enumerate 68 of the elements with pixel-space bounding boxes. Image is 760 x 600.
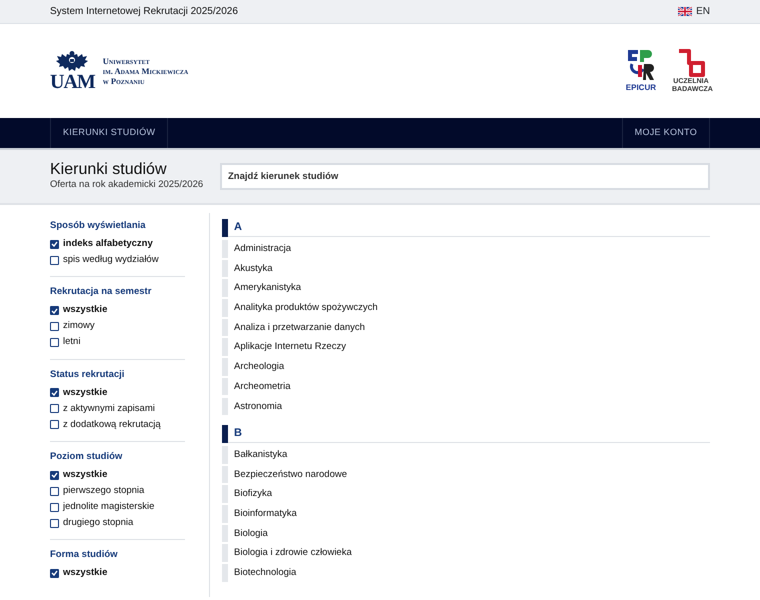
university-name-line: w Poznaniu <box>102 76 146 86</box>
filter-option-label[interactable]: wszystkie <box>63 386 108 400</box>
filter-option-label[interactable]: letni <box>63 335 80 350</box>
checkbox[interactable] <box>50 322 59 331</box>
filter-option-label[interactable]: drugiego stopnia <box>63 516 134 530</box>
checkbox[interactable] <box>50 502 59 512</box>
monogram: UAM <box>50 72 95 92</box>
check-icon <box>51 241 58 248</box>
program-link[interactable]: Archeometria <box>222 378 710 396</box>
filter-heading: Sposób wyświetlania <box>50 219 147 233</box>
filter-option-label[interactable]: wszystkie <box>63 303 108 318</box>
program-link[interactable]: Akustyka <box>222 260 710 278</box>
letter-heading: A <box>234 220 242 236</box>
checkbox[interactable] <box>50 420 59 430</box>
program-link[interactable]: Biologia <box>222 524 710 542</box>
flag-icon <box>678 7 692 16</box>
checkbox[interactable] <box>50 256 59 265</box>
program-link[interactable]: Bioinformatyka <box>222 505 710 523</box>
epicur-logo-text: EPICUR <box>626 82 656 94</box>
letter-heading: B <box>234 426 242 442</box>
filter-heading: Forma studiów <box>50 548 119 562</box>
letter-marker <box>222 424 228 442</box>
filter-option-label[interactable]: indeks alfabetyczny <box>63 237 153 252</box>
checkbox[interactable] <box>50 568 59 578</box>
checkbox[interactable] <box>50 240 59 249</box>
system-title: System Internetowej Rekrutacji 2025/2026 <box>50 5 238 19</box>
program-link[interactable]: Biofizyka <box>222 485 710 503</box>
language-link[interactable]: EN <box>678 4 710 19</box>
checkbox[interactable] <box>50 338 59 347</box>
filter-option-label[interactable]: wszystkie <box>63 468 108 482</box>
program-link[interactable]: Archeologia <box>222 358 710 376</box>
filter-option-label[interactable]: wszystkie <box>63 566 108 580</box>
program-link[interactable]: Analityka produktów spożywczych <box>222 299 710 317</box>
check-icon <box>51 570 58 576</box>
checkbox[interactable] <box>50 404 59 414</box>
filter-option-label[interactable]: z aktywnymi zapisami <box>63 402 155 416</box>
checkbox[interactable] <box>50 486 59 496</box>
program-link[interactable]: Bezpieczeństwo narodowe <box>222 466 710 484</box>
search-field[interactable]: Znajdź kierunek studiów <box>220 163 710 190</box>
program-link[interactable]: Biologia i zdrowie człowieka <box>222 544 710 562</box>
program-link[interactable]: Analiza i przetwarzanie danych <box>222 318 710 336</box>
letter-marker <box>222 218 228 236</box>
checkbox[interactable] <box>50 518 59 528</box>
university-name-line: Uniwersytet <box>102 56 151 66</box>
checkbox[interactable] <box>50 388 59 398</box>
filter-option-label[interactable]: pierwszego stopnia <box>63 484 144 498</box>
program-link[interactable]: Bałkanistyka <box>222 446 710 464</box>
program-link[interactable]: Amerykanistyka <box>222 279 710 297</box>
checkbox[interactable] <box>50 470 59 480</box>
filter-heading: Poziom studiów <box>50 450 124 464</box>
filter-option-label[interactable]: jednolite magisterskie <box>63 500 154 514</box>
filter-heading: Status rekrutacji <box>50 368 126 382</box>
program-link[interactable]: Aplikacje Internetu Rzeczy <box>222 338 710 356</box>
page-subtitle: Oferta na rok akademicki 2025/2026 <box>50 178 204 192</box>
program-link[interactable]: Biotechnologia <box>222 564 710 582</box>
filter-option-label[interactable]: zimowy <box>63 319 95 334</box>
filter-heading: Rekrutacja na semestr <box>50 285 152 300</box>
filter-option-label[interactable]: z dodatkową rekrutacją <box>63 418 161 432</box>
program-link[interactable]: Astronomia <box>222 398 710 415</box>
program-link[interactable]: Administracja <box>222 240 710 258</box>
checkbox[interactable] <box>50 306 59 315</box>
page-title: Kierunki studiów <box>50 160 168 178</box>
check-icon <box>51 472 58 478</box>
filter-option-label[interactable]: spis według wydziałów <box>63 253 159 268</box>
epicur-logo-icon <box>626 48 656 82</box>
university-name-line: im. Adama Mickiewicza <box>102 66 188 76</box>
check-icon <box>51 308 58 314</box>
check-icon <box>51 390 58 396</box>
